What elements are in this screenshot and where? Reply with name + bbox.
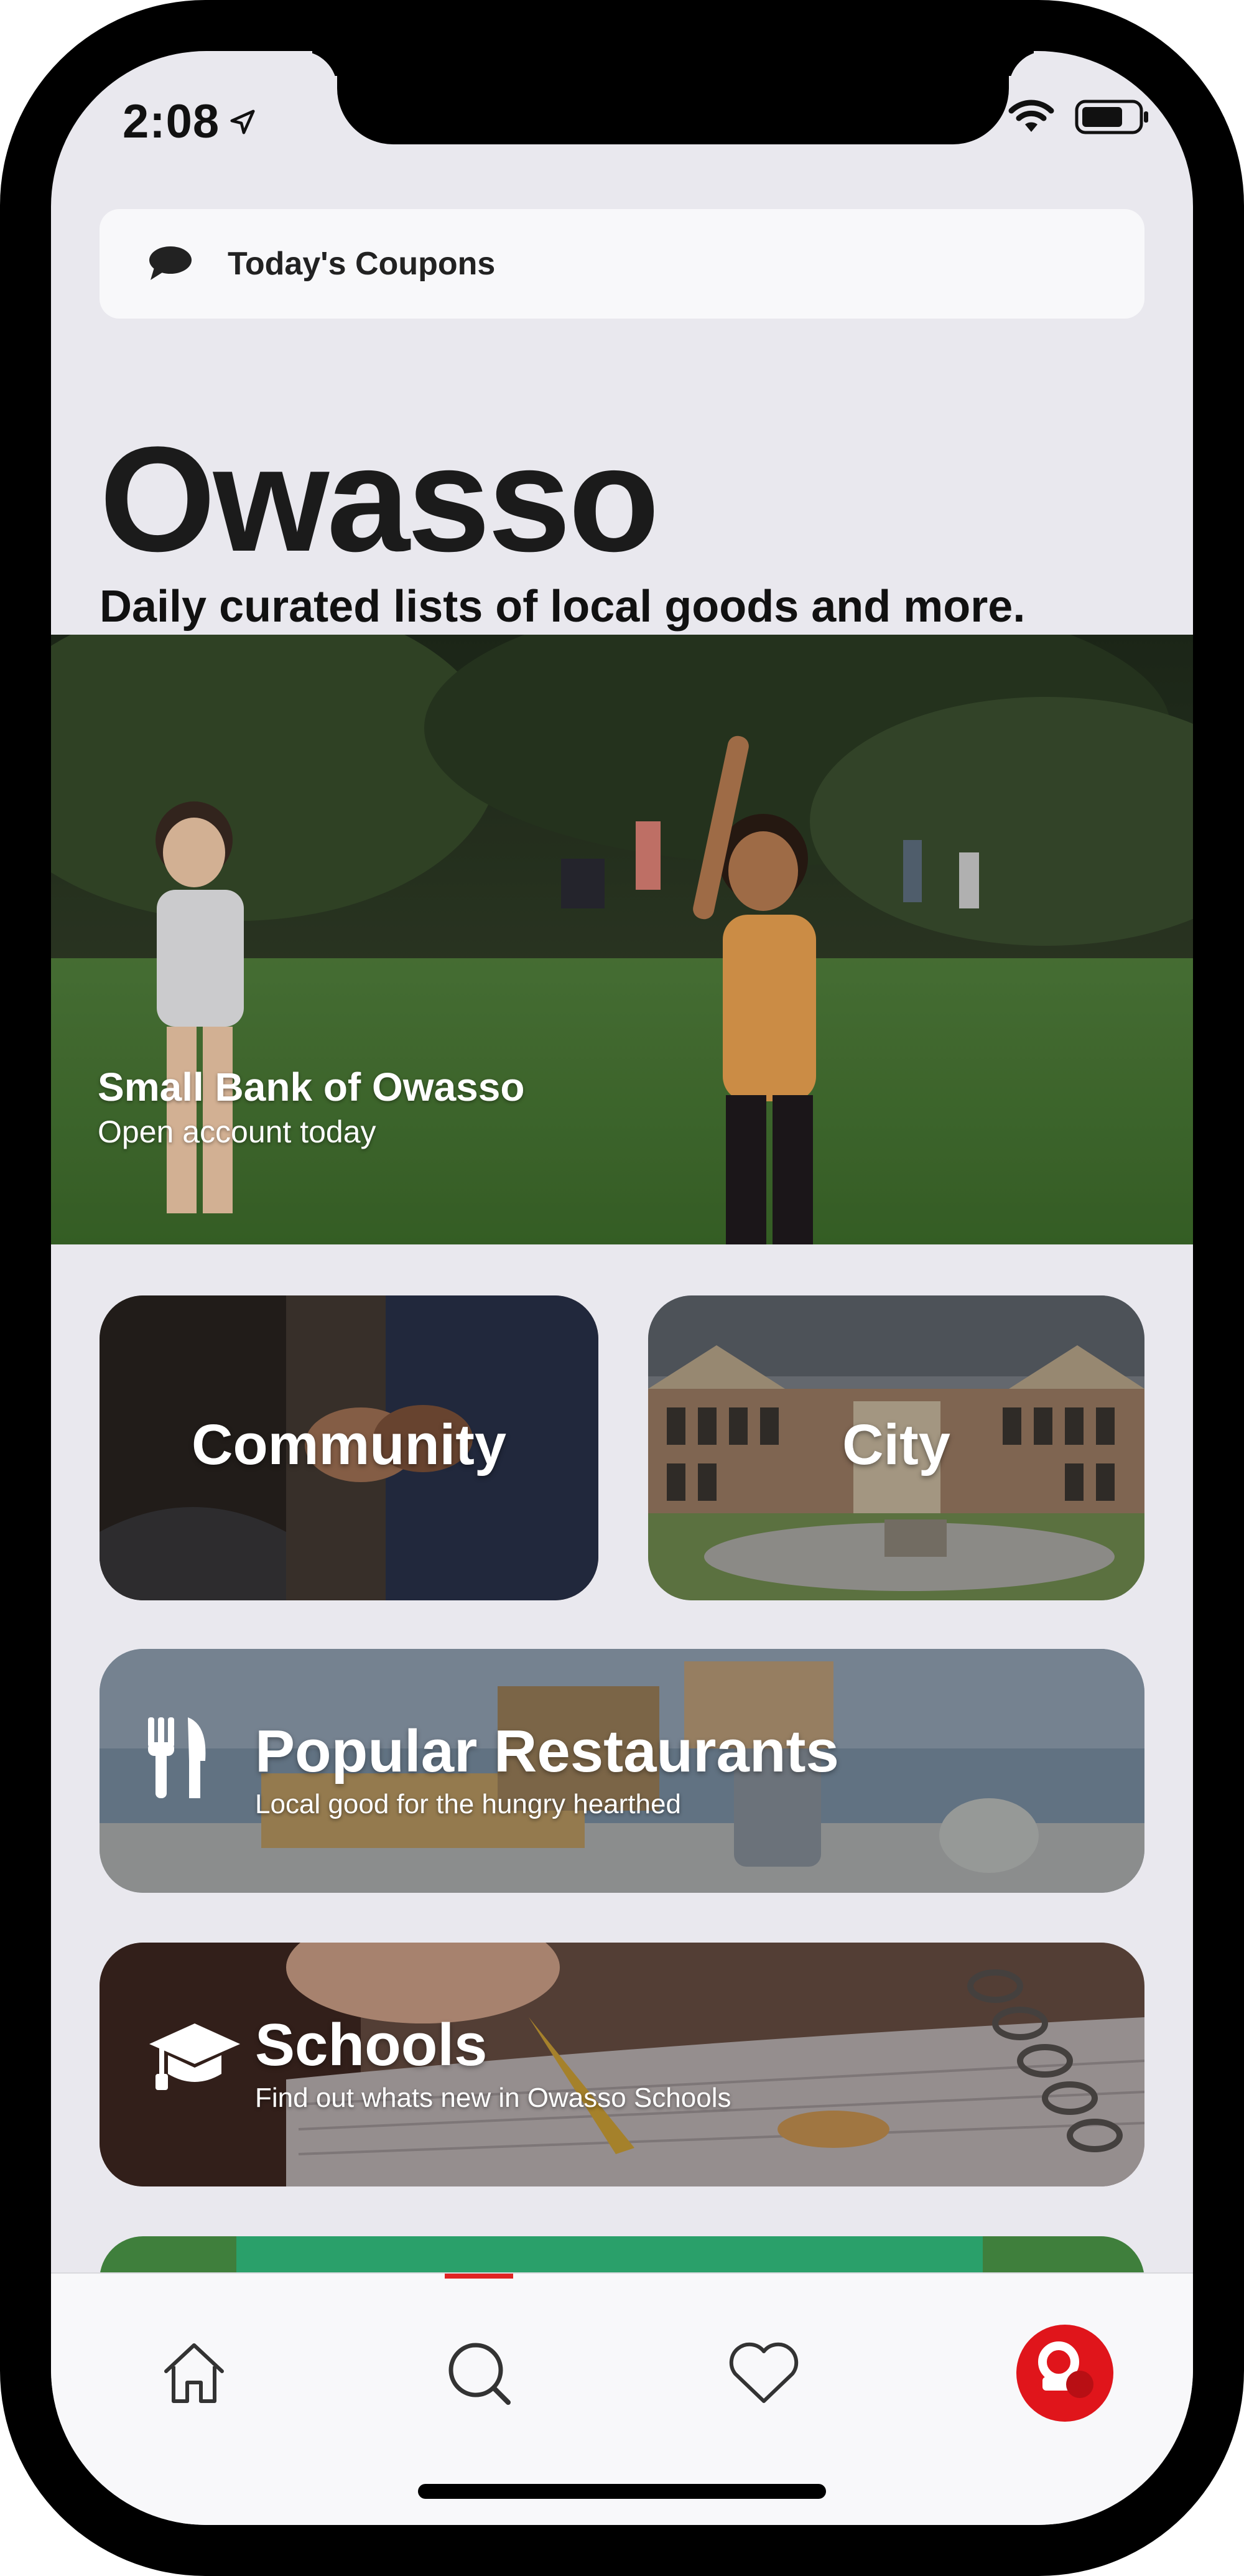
page-subtitle: Daily curated lists of local goods and m… (100, 582, 1026, 632)
active-tab-indicator (445, 2274, 513, 2279)
schools-title: Schools (255, 2012, 488, 2078)
speech-bubble-icon (149, 246, 192, 280)
profile-avatar (1016, 2325, 1113, 2422)
coupons-button[interactable]: Today's Coupons (100, 209, 1144, 319)
tab-profile[interactable] (1003, 2311, 1127, 2435)
schools-subtitle: Find out whats new in Owasso Schools (255, 2083, 731, 2113)
tab-home[interactable] (132, 2311, 256, 2435)
restaurants-subtitle: Local good for the hungry hearthed (255, 1789, 681, 1819)
fork-knife-icon (148, 1717, 206, 1798)
phone-frame: 2:08 Today's Coupons Owasso Daily curate… (0, 0, 1244, 2576)
community-tile[interactable]: Community (100, 1295, 598, 1600)
location-arrow-icon (230, 109, 255, 134)
wifi-icon (1008, 100, 1054, 132)
hero-subtitle: Open account today (98, 1114, 376, 1149)
search-icon (448, 2343, 511, 2405)
hero-photo (51, 635, 1193, 1244)
page-title: Owasso (100, 416, 659, 582)
device-notch (337, 51, 1009, 144)
restaurants-title: Popular Restaurants (255, 1718, 839, 1785)
tab-favorites[interactable] (702, 2311, 826, 2435)
tab-search[interactable] (417, 2311, 541, 2435)
graduation-cap-icon (149, 2023, 240, 2090)
status-time-text: 2:08 (123, 95, 220, 148)
heart-icon (729, 2342, 799, 2403)
status-bar-time: 2:08 (123, 95, 257, 149)
home-indicator (418, 2484, 826, 2499)
home-icon (164, 2343, 224, 2403)
city-label: City (842, 1413, 950, 1477)
community-label: Community (192, 1413, 506, 1477)
popular-restaurants-tile[interactable]: Popular Restaurants Local good for the h… (100, 1649, 1144, 1893)
app-screen: 2:08 Today's Coupons Owasso Daily curate… (51, 51, 1193, 2525)
schools-tile[interactable]: Schools Find out whats new in Owasso Sch… (100, 1943, 1144, 2186)
battery-icon (1075, 100, 1148, 134)
coupons-label: Today's Coupons (228, 246, 496, 282)
hero-banner[interactable]: Small Bank of Owasso Open account today (51, 635, 1193, 1244)
hero-title: Small Bank of Owasso (98, 1065, 525, 1109)
city-tile[interactable]: City (648, 1295, 1144, 1600)
